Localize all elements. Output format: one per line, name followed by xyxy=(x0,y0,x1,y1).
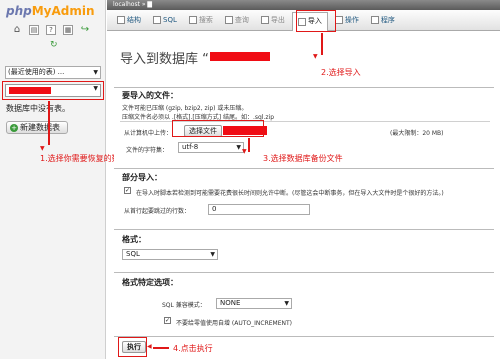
search-icon xyxy=(188,16,197,24)
annotation-arrowhead-1: ▼ xyxy=(40,145,45,152)
annotation-arrowhead-4: ◀ xyxy=(147,343,152,350)
chevron-down-icon: ▼ xyxy=(284,300,289,307)
annotation-box-database xyxy=(2,81,104,100)
nav-icon-row: ⌂ ▤ ? ▦ ↪ xyxy=(12,25,90,35)
new-table-button[interactable]: + 新建数据表 xyxy=(6,121,68,134)
compat-mode-label: SQL 兼容模式： xyxy=(162,302,206,309)
options-section-legend: 格式特定选项： xyxy=(122,278,178,287)
annotation-box-go xyxy=(118,337,147,357)
settings-icon[interactable]: ▦ xyxy=(63,25,73,35)
main-content: 导入到数据库 “ 要导入的文件： 文件可能已压缩 (gzip, bzip2, z… xyxy=(107,32,500,359)
chevron-down-icon: ▼ xyxy=(210,251,215,258)
format-options-section: 格式特定选项： SQL 兼容模式： NONE ▼ ✓ 不要给零值使用自增 (AU… xyxy=(114,272,494,336)
annotation-box-import-tab xyxy=(296,10,336,32)
compress-note: 文件可能已压缩 (gzip, bzip2, zip) 或未压缩。 xyxy=(122,105,248,112)
no-auto-value-zero-label: 不要给零值使用自增 (AUTO_INCREMENT) xyxy=(176,320,293,327)
recent-tables-select[interactable]: (最近使用的表) ... ▼ xyxy=(5,66,101,79)
wrench-icon xyxy=(334,16,343,24)
query-icon xyxy=(224,16,233,24)
plus-icon: + xyxy=(10,124,18,132)
skip-rows-input[interactable]: 0 xyxy=(208,204,310,215)
allow-interrupt-checkbox[interactable]: ✓ xyxy=(124,187,131,194)
docs-icon[interactable]: ? xyxy=(46,25,56,35)
skip-rows-label: 从首行起要跳过的行数： xyxy=(124,208,191,215)
home-icon[interactable]: ⌂ xyxy=(12,25,22,35)
file-section-legend: 要导入的文件： xyxy=(122,91,178,100)
breadcrumb: localhost » ▇ xyxy=(107,0,500,10)
annotation-arrow-3 xyxy=(248,138,250,152)
format-select[interactable]: SQL ▼ xyxy=(122,249,218,260)
phpmyadmin-logo[interactable]: phpMyAdmin xyxy=(6,4,95,18)
annotation-step4: 4.点击执行 xyxy=(173,344,213,353)
divider xyxy=(114,336,494,337)
format-section: 格式： SQL ▼ xyxy=(114,229,494,271)
tab-structure[interactable]: 结构 xyxy=(112,12,146,29)
tab-search[interactable]: 搜索 xyxy=(184,12,218,29)
upload-label: 从计算机中上传： xyxy=(124,130,173,137)
format-section-legend: 格式： xyxy=(122,235,146,244)
max-size-note: (最大限制：20 MB) xyxy=(390,130,444,137)
no-tables-message: 数据库中没有表。 xyxy=(6,104,70,113)
no-auto-value-zero-checkbox[interactable]: ✓ xyxy=(164,317,171,324)
navigation-panel: phpMyAdmin ⌂ ▤ ? ▦ ↪ ↻ (最近使用的表) ... ▼ ▼ … xyxy=(0,0,106,359)
charset-label: 文件的字符集： xyxy=(126,147,169,154)
tab-sql[interactable]: SQL xyxy=(148,12,182,29)
annotation-arrowhead-3: ▼ xyxy=(242,148,247,155)
export-icon xyxy=(260,16,269,24)
sql-query-icon[interactable]: ▤ xyxy=(29,25,39,35)
annotation-step3: 3.选择数据库备份文件 xyxy=(263,154,343,163)
charset-select[interactable]: utf-8 ▼ xyxy=(178,142,244,153)
routines-icon xyxy=(370,16,379,24)
reload-icon[interactable]: ↻ xyxy=(50,40,58,50)
allow-interrupt-label: 在导入时脚本若检测到可能需要花费很长时间则允许中断。(尽管这会中断事务，但在导入… xyxy=(136,190,444,197)
page-title: 导入到数据库 “ xyxy=(120,52,209,67)
tab-export[interactable]: 导出 xyxy=(256,12,290,29)
compat-mode-select[interactable]: NONE ▼ xyxy=(216,298,292,309)
annotation-arrow-4 xyxy=(153,347,169,349)
annotation-arrow-1 xyxy=(48,101,50,145)
partial-section-legend: 部分导入： xyxy=(122,173,162,182)
tab-routines[interactable]: 程序 xyxy=(366,12,400,29)
sql-icon xyxy=(153,16,161,24)
exit-icon[interactable]: ↪ xyxy=(80,25,90,35)
annotation-box-choose-file xyxy=(172,120,264,137)
structure-icon xyxy=(117,16,125,24)
tab-query[interactable]: 查询 xyxy=(220,12,254,29)
redacted-db-title xyxy=(210,52,270,61)
partial-import-section: 部分导入： ✓ 在导入时脚本若检测到可能需要花费很长时间则允许中断。(尽管这会中… xyxy=(114,168,494,232)
chevron-down-icon: ▼ xyxy=(93,69,98,76)
chevron-down-icon: ▼ xyxy=(236,144,241,151)
